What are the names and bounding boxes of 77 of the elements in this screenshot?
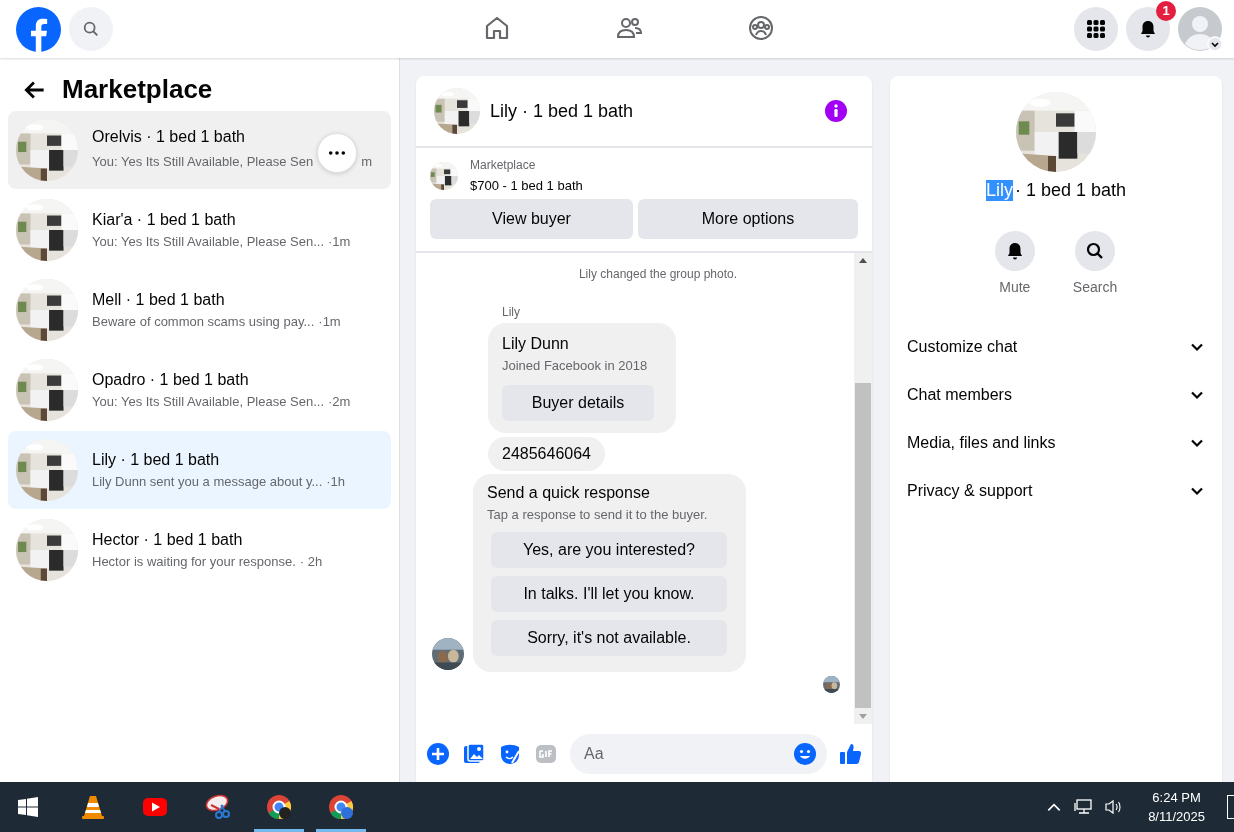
quick-response-hint: Tap a response to send it to the buyer.	[487, 507, 709, 522]
conversation-name: Lily · 1 bed 1 bath	[92, 451, 221, 469]
scroll-up-icon[interactable]	[858, 257, 868, 263]
section-header[interactable]: Customize chat	[890, 323, 1222, 371]
system-message: Lily changed the group photo.	[578, 267, 738, 281]
section-header[interactable]: Privacy & support	[890, 467, 1222, 515]
show-desktop-button[interactable]	[1227, 795, 1234, 819]
conversation-title: · 1 bed 1 bath	[1014, 180, 1127, 201]
start-button[interactable]	[18, 797, 38, 817]
conversation-item[interactable]: Orelvis · 1 bed 1 bath You: Yes Its Still Available, Please Sen m	[8, 111, 391, 189]
sidebar-title: Marketplace	[62, 74, 213, 105]
message-time: ·1h	[326, 474, 346, 489]
conversation-item[interactable]: Hector · 1 bed 1 bath Hector is waiting for your response. · 2h	[8, 511, 391, 589]
notification-badge: 1	[1156, 1, 1176, 21]
message-time: ·1m	[328, 234, 351, 249]
action-label: Search	[1072, 279, 1118, 295]
quick-reply-button[interactable]: Sorry, it's not available.	[491, 620, 727, 656]
message-preview: You: Yes Its Still Available, Please Sen...	[92, 234, 324, 249]
section-header[interactable]: Media, files and links	[890, 419, 1222, 467]
image-icon[interactable]	[462, 742, 486, 766]
view-buyer-button[interactable]: View buyer	[430, 199, 633, 239]
conversation-item[interactable]: Mell · 1 bed 1 bath Beware of common scams using pay... ·1m	[8, 271, 391, 349]
clock-date: 8/11/2025	[1148, 809, 1205, 824]
message-time: · 2h	[299, 554, 323, 569]
message-preview: You: Yes Its Still Available, Please Sen	[92, 154, 314, 169]
grid-icon	[1086, 19, 1106, 39]
scrollbar[interactable]	[854, 253, 872, 724]
search-icon	[82, 20, 100, 38]
facebook-logo[interactable]	[16, 6, 61, 52]
notifications-button[interactable]	[1126, 7, 1170, 51]
like-icon[interactable]	[839, 742, 863, 766]
search-button[interactable]	[1075, 231, 1115, 271]
mute-button[interactable]	[994, 231, 1035, 271]
message-input[interactable]: Aa	[582, 744, 793, 764]
info-icon[interactable]	[824, 99, 848, 123]
action-label: Mute	[999, 279, 1031, 295]
conversation-name: Mell · 1 bed 1 bath	[92, 291, 226, 309]
avatar-icon	[1178, 7, 1222, 51]
quick-response-title: Send a quick response	[487, 484, 651, 502]
quick-reply-button[interactable]: In talks. I'll let you know.	[491, 576, 727, 612]
conversation-item[interactable]: Lily · 1 bed 1 bath Lily Dunn sent you a message about y... ·1h	[8, 431, 391, 509]
listing-source: Marketplace	[470, 158, 537, 172]
message-preview: Lily Dunn sent you a message about y...	[92, 474, 323, 489]
emoji-icon[interactable]	[793, 742, 817, 766]
menu-button[interactable]	[1074, 7, 1118, 51]
buyer-name: Lily Dunn	[502, 335, 569, 353]
buyer-details-button[interactable]: Buyer details	[502, 385, 654, 421]
bell-icon	[1138, 19, 1158, 39]
chat-title: Lily · 1 bed 1 bath	[490, 100, 635, 122]
conversation-item[interactable]: Opadro · 1 bed 1 bath You: Yes Its Still Available, Please Sen... ·2m	[8, 351, 391, 429]
message-preview: You: Yes Its Still Available, Please Sen...	[92, 394, 324, 409]
add-icon[interactable]	[426, 742, 450, 766]
conversation-name: Hector · 1 bed 1 bath	[92, 531, 244, 549]
clock-time: 6:24 PM	[1152, 790, 1201, 805]
search-icon	[1085, 241, 1105, 261]
message-preview: Beware of common scams using pay...	[92, 314, 315, 329]
conversation-item[interactable]: Kiar'a · 1 bed 1 bath You: Yes Its Still Available, Please Sen... ·1m	[8, 191, 391, 269]
section-header[interactable]: Chat members	[890, 371, 1222, 419]
message-time: m	[361, 154, 372, 169]
message-time: ·2m	[328, 394, 351, 409]
conversation-name: Orelvis · 1 bed 1 bath	[92, 127, 246, 146]
conversation-name: Opadro · 1 bed 1 bath	[92, 371, 250, 389]
dots-icon	[328, 149, 347, 156]
more-options-button[interactable]: More options	[638, 199, 858, 239]
message-preview: Hector is waiting for your response.	[92, 554, 296, 569]
conversation-name: Kiar'a · 1 bed 1 bath	[92, 211, 237, 229]
listing-summary: $700 - 1 bed 1 bath	[470, 178, 583, 193]
quick-reply-button[interactable]: Yes, are you interested?	[491, 532, 727, 568]
message-time: ·1m	[318, 314, 341, 329]
selected-text: Lily	[985, 180, 1013, 201]
message-bubble: 2485646064	[488, 437, 605, 471]
buyer-joined: Joined Facebook in 2018	[502, 358, 648, 373]
sender-name: Lily	[502, 305, 521, 319]
sticker-icon[interactable]	[498, 742, 522, 766]
group-icon	[747, 13, 775, 42]
network-icon[interactable]	[1074, 799, 1095, 815]
message-field[interactable]: Aa	[570, 734, 827, 774]
